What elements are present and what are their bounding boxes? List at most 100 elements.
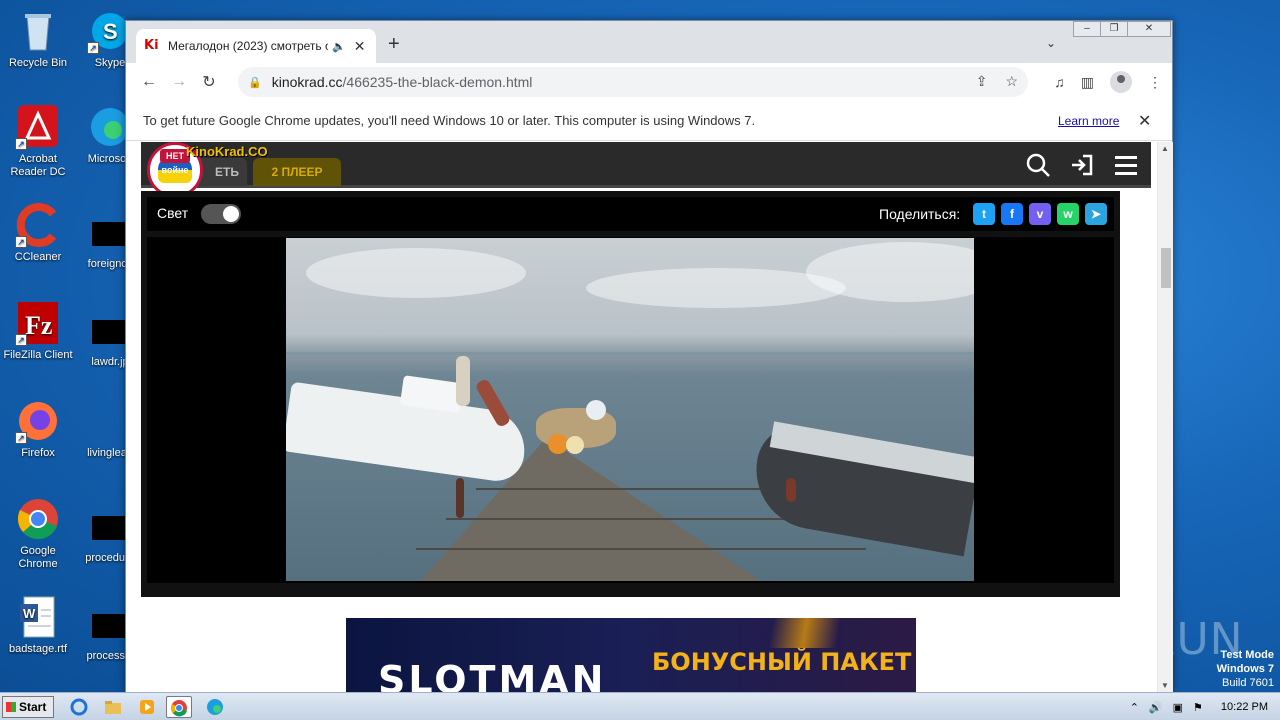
shortcut-arrow-icon: ↗	[15, 334, 27, 346]
desktop-icon-recycle-bin[interactable]: Recycle Bin	[0, 8, 76, 70]
url-text: kinokrad.cc/466235-the-black-demon.html	[272, 74, 533, 90]
media-player-taskbar-icon[interactable]	[134, 696, 160, 718]
light-label: Свет	[157, 205, 189, 221]
viber-share-button[interactable]: v	[1029, 203, 1051, 225]
menu-kebab-icon[interactable]: ⋮	[1148, 74, 1162, 91]
action-center-flag-icon[interactable]: ⚑	[1193, 701, 1203, 714]
video-frame	[286, 238, 974, 581]
edge-taskbar-icon[interactable]	[202, 696, 228, 718]
side-panel-icon[interactable]: ▥	[1081, 74, 1094, 91]
omnibox-actions: ⇪ ☆	[976, 73, 1018, 90]
reload-button[interactable]: ↻	[194, 72, 224, 92]
twitter-share-button[interactable]: t	[973, 203, 995, 225]
start-button[interactable]: Start	[2, 696, 54, 718]
audio-playing-icon[interactable]: 🔈	[332, 40, 346, 53]
shortcut-arrow-icon: ↗	[15, 432, 27, 444]
explorer-taskbar-icon[interactable]	[100, 696, 126, 718]
clock[interactable]: 10:22 PM	[1221, 701, 1268, 713]
toggle-knob	[223, 206, 239, 222]
desktop-icon-label: Acrobat Reader DC	[10, 153, 66, 178]
login-icon[interactable]	[1069, 152, 1095, 183]
browser-toolbar: ← → ↻ 🔒 kinokrad.cc/466235-the-black-dem…	[126, 63, 1172, 101]
chrome-window: Ki Мегалодон (2023) смотреть о 🔈 ✕ + ⌄ ‒…	[125, 20, 1173, 692]
recycle-bin-icon	[15, 8, 61, 54]
bookmark-star-icon[interactable]: ☆	[1005, 73, 1018, 90]
infobar-message: To get future Google Chrome updates, you…	[143, 113, 756, 128]
buoy	[548, 434, 568, 454]
test-mode-notice: Test Mode Windows 7 Build 7601	[1217, 648, 1274, 690]
ie-taskbar-icon[interactable]	[66, 696, 92, 718]
close-window-button[interactable]: ✕	[1127, 21, 1171, 37]
header-icons	[1025, 152, 1139, 183]
desktop-icon-firefox[interactable]: ↗ Firefox	[0, 398, 76, 460]
new-tab-button[interactable]: +	[388, 34, 400, 54]
slotman-ad-banner[interactable]: SLOTMAN БОНУСНЫЙ ПАКЕТ	[346, 618, 916, 692]
address-bar[interactable]: 🔒 kinokrad.cc/466235-the-black-demon.htm…	[238, 67, 1028, 97]
player-tab-2[interactable]: 2 ПЛЕЕР	[253, 158, 341, 186]
desktop-icon-label: Firefox	[21, 447, 55, 459]
share-icon[interactable]: ⇪	[976, 73, 988, 90]
url-path: /466235-the-black-demon.html	[342, 74, 533, 90]
tab-search-chevron-icon[interactable]: ⌄	[1046, 36, 1056, 50]
network-icon[interactable]: ▣	[1173, 701, 1183, 714]
dock-plank	[446, 518, 826, 520]
desktop-icon-acrobat[interactable]: ↗ Acrobat Reader DC	[0, 104, 76, 179]
cloud	[306, 248, 526, 298]
browser-tab[interactable]: Ki Мегалодон (2023) смотреть о 🔈 ✕	[136, 29, 376, 63]
video-player[interactable]	[147, 237, 1114, 583]
scrollbar-thumb[interactable]	[1161, 248, 1171, 288]
tab-title: Мегалодон (2023) смотреть о	[168, 39, 328, 53]
vertical-scrollbar[interactable]: ▲ ▼	[1157, 142, 1173, 692]
site-header: ЕТЬ 2 ПЛЕЕР НЕТ войне KinoKrad.CO	[141, 142, 1151, 198]
desktop-icon-label: CCleaner	[14, 251, 62, 263]
player-container: Свет Поделиться: t f v w ➤	[141, 191, 1120, 597]
light-toggle[interactable]	[201, 204, 241, 224]
lock-icon[interactable]: 🔒	[248, 76, 262, 89]
desktop-icon-filezilla[interactable]: Fz ↗ FileZilla Client	[0, 300, 76, 362]
taskbar: Start ⌃ 🔊 ▣ ⚑ 10:22 PM	[0, 692, 1280, 720]
dock-post	[456, 478, 464, 518]
desktop-icon-badstage[interactable]: W badstage.rtf	[0, 594, 76, 656]
page-viewport: ЕТЬ 2 ПЛЕЕР НЕТ войне KinoKrad.CO Свет П…	[126, 142, 1157, 692]
ad-light-stripe	[706, 618, 916, 648]
desktop-icon-ccleaner[interactable]: ↗ CCleaner	[0, 202, 76, 264]
facebook-share-button[interactable]: f	[1001, 203, 1023, 225]
forward-button[interactable]: →	[164, 73, 194, 91]
infobar-close-icon[interactable]: ✕	[1138, 111, 1151, 131]
scroll-up-arrow-icon[interactable]: ▲	[1161, 144, 1169, 153]
ccleaner-icon: ↗	[15, 202, 61, 248]
file-icon	[92, 614, 128, 638]
tray-expand-icon[interactable]: ⌃	[1130, 701, 1139, 714]
scroll-down-arrow-icon[interactable]: ▼	[1161, 681, 1169, 690]
volume-icon[interactable]: 🔊	[1149, 701, 1163, 714]
whatsapp-share-button[interactable]: w	[1057, 203, 1079, 225]
system-tray: ⌃ 🔊 ▣ ⚑ 10:22 PM	[1130, 693, 1280, 720]
window-controls: ‒ ❐ ✕	[1073, 21, 1171, 39]
learn-more-link[interactable]: Learn more	[1058, 114, 1119, 128]
hamburger-menu-icon[interactable]	[1113, 152, 1139, 183]
site-brand[interactable]: KinoKrad.CO	[186, 144, 268, 159]
minimize-button[interactable]: ‒	[1073, 21, 1101, 37]
dock-plank	[476, 488, 776, 490]
test-mode-line: Test Mode	[1220, 649, 1274, 661]
toolbar-actions: ♫ ▥ ⋮	[1054, 71, 1162, 93]
acrobat-icon: ↗	[15, 104, 61, 150]
firefox-icon: ↗	[15, 398, 61, 444]
svg-text:S: S	[103, 19, 118, 44]
profile-avatar-icon[interactable]	[1110, 71, 1132, 93]
media-control-icon[interactable]: ♫	[1054, 74, 1065, 90]
desktop-icon-chrome[interactable]: Google Chrome	[0, 496, 76, 571]
ad-offer: БОНУСНЫЙ ПАКЕТ	[652, 648, 912, 676]
back-button[interactable]: ←	[134, 73, 164, 91]
restore-button[interactable]: ❐	[1100, 21, 1128, 37]
desktop-icon-label: FileZilla Client	[3, 349, 73, 361]
telegram-share-button[interactable]: ➤	[1085, 203, 1107, 225]
dock-plank	[416, 548, 866, 550]
update-infobar: To get future Google Chrome updates, you…	[126, 101, 1172, 141]
person-figure	[456, 356, 470, 406]
search-icon[interactable]	[1025, 152, 1051, 183]
tab-close-icon[interactable]: ✕	[354, 38, 366, 55]
share-label: Поделиться:	[879, 206, 961, 222]
desktop-icon-label: Recycle Bin	[8, 57, 68, 69]
chrome-taskbar-icon[interactable]	[166, 696, 192, 718]
